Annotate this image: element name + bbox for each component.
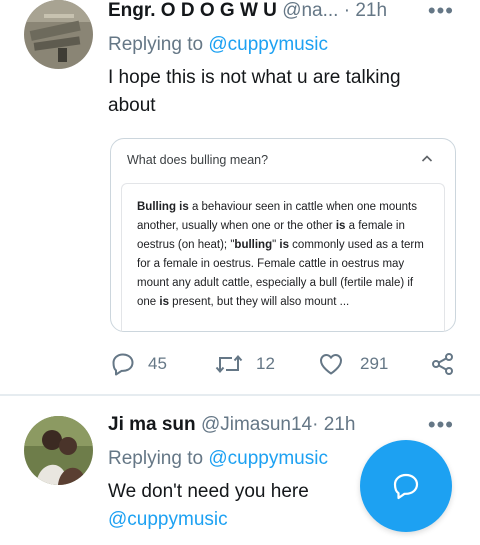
heart-icon: [320, 354, 342, 375]
tweet-header: Ji ma sun @Jimasun14· 21h: [108, 414, 468, 438]
reply-button[interactable]: 45: [110, 350, 167, 378]
reply-count: 45: [148, 354, 167, 373]
like-count: 291: [360, 354, 389, 373]
retweet-count: 12: [256, 354, 275, 373]
snippet-run: present, but they will also mount ...: [168, 296, 350, 308]
replying-prefix: Replying to: [108, 448, 204, 469]
snippet-bold-run: is: [159, 296, 169, 308]
snippet-bold-run: is: [335, 220, 346, 232]
card-snippet: Bulling is a behaviour seen in cattle wh…: [137, 198, 433, 312]
snippet-bold-run: Bulling is: [137, 201, 189, 213]
card-answer-box: Bulling is a behaviour seen in cattle wh…: [121, 183, 445, 332]
snippet-bold-run: is: [279, 239, 289, 251]
chevron-up-icon[interactable]: [421, 153, 433, 165]
share-button[interactable]: [430, 350, 456, 378]
share-icon: [432, 353, 453, 375]
compose-reply-icon: [393, 473, 419, 500]
more-horizontal-icon[interactable]: •••: [428, 0, 454, 22]
replying-to: Replying to @cuppymusic: [108, 34, 328, 56]
timestamp[interactable]: · 21h: [344, 0, 387, 21]
like-button[interactable]: 291: [318, 350, 388, 378]
user-handle[interactable]: @na...: [282, 0, 338, 21]
replying-to: Replying to @cuppymusic: [108, 448, 328, 470]
retweet-icon: [215, 354, 243, 374]
tweet-text: I hope this is not what u are talking ab…: [108, 67, 401, 116]
timestamp[interactable]: · 21h: [312, 414, 355, 435]
tweet-header: Engr. O D O G W U @na... · 21h: [108, 0, 468, 24]
display-name[interactable]: Engr. O D O G W U: [108, 0, 277, 21]
reply-icon: [112, 353, 134, 376]
retweet-button[interactable]: 12: [214, 350, 275, 378]
user-handle[interactable]: @Jimasun14: [201, 414, 312, 435]
compose-reply-button[interactable]: [360, 440, 452, 532]
tweet[interactable]: Engr. O D O G W U @na... · 21h ••• Reply…: [0, 0, 480, 394]
card-question: What does bulling mean?: [127, 153, 269, 167]
avatar[interactable]: [24, 416, 93, 485]
avatar[interactable]: [24, 0, 93, 69]
mention-link[interactable]: @cuppymusic: [208, 34, 328, 55]
replying-prefix: Replying to: [108, 34, 204, 55]
search-result-card[interactable]: What does bulling mean? Bulling is a beh…: [110, 138, 456, 332]
mention-link[interactable]: @cuppymusic: [208, 448, 328, 469]
more-horizontal-icon[interactable]: •••: [428, 414, 454, 436]
tweet-actions: 45 12 291: [108, 350, 460, 378]
snippet-bold-run: bulling: [234, 239, 273, 251]
display-name[interactable]: Ji ma sun: [108, 414, 196, 435]
